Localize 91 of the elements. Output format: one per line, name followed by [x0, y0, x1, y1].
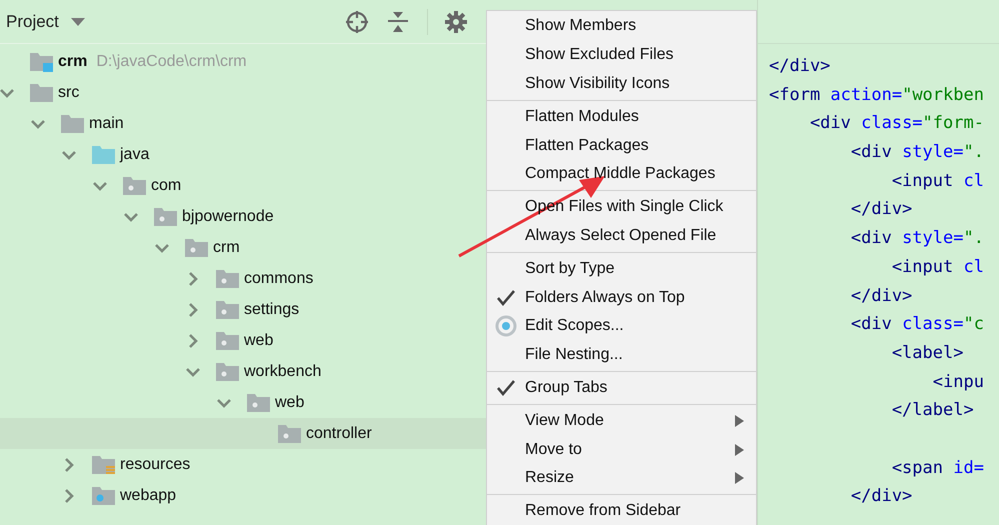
menu-item[interactable]: Sort by Type [487, 254, 756, 284]
tree-label: java [120, 146, 150, 164]
tree-row[interactable]: crm D:\javaCode\crm\crm [0, 46, 486, 77]
folder-icon [61, 114, 84, 134]
code-line: </div> [850, 198, 914, 222]
tree-label: src [58, 84, 80, 102]
tree-label: web [275, 394, 304, 412]
code-line: <span id= [890, 456, 985, 480]
code-line: <form action="workben [769, 84, 985, 107]
tree-row[interactable]: bjpowernode [0, 201, 486, 232]
settings-icon[interactable] [445, 10, 467, 32]
tree-label: workbench [244, 362, 322, 380]
code-line: </div> [769, 55, 832, 78]
menu-item[interactable]: Edit Scopes... [487, 312, 756, 341]
tree-label: controller [306, 424, 372, 442]
menu-item[interactable]: Move to [487, 435, 756, 464]
tree-label: bjpowernode [182, 208, 274, 226]
tree-row[interactable]: src [0, 77, 486, 108]
folder-icon [216, 330, 239, 350]
chevron-right-icon[interactable] [62, 458, 76, 472]
tree-row[interactable]: main [0, 108, 486, 139]
menu-item[interactable]: Resize [487, 464, 756, 493]
tree-row[interactable]: workbench [0, 356, 486, 387]
tree-row[interactable]: webapp [0, 480, 486, 511]
folder-icon [30, 82, 53, 102]
tree-label: settings [244, 300, 300, 318]
tree-row[interactable]: web [0, 387, 486, 418]
menu-item[interactable]: Group Tabs [487, 374, 756, 402]
code-line: <inpu [932, 370, 985, 394]
code-line: <div class="form- [808, 112, 985, 136]
code-line: <label> [890, 342, 964, 365]
tree-row[interactable]: controller [0, 418, 486, 449]
menu-item[interactable]: Remove from Sidebar [487, 496, 756, 525]
folder-icon [185, 238, 208, 258]
tree-label: com [151, 176, 182, 194]
tree-row[interactable]: settings [0, 294, 486, 325]
menu-item[interactable]: Show Visibility Icons [487, 70, 756, 98]
tree-label: commons [244, 270, 314, 288]
scope-icon [495, 315, 517, 338]
tree-row[interactable]: com [0, 170, 486, 201]
path-hint: D:\javaCode\crm\crm [96, 52, 247, 70]
menu-item[interactable]: Flatten Modules [487, 102, 756, 132]
code-line: <input cl [890, 170, 985, 193]
submenu-arrow-icon [735, 414, 744, 427]
target-icon[interactable] [345, 10, 369, 34]
code-line: </div> [850, 284, 914, 308]
menu-item[interactable]: Flatten Packages [487, 131, 756, 160]
chevron-right-icon[interactable] [186, 334, 200, 348]
code-line: </div> [850, 485, 914, 508]
code-line: <input cl [890, 256, 985, 279]
tree-row[interactable]: resources [0, 449, 486, 480]
menu-item[interactable]: Show Excluded Files [487, 40, 756, 70]
folder-icon [92, 486, 115, 506]
dropdown-caret-icon[interactable] [70, 18, 85, 26]
code-line: </label> [890, 399, 975, 422]
tree-label: web [244, 332, 274, 350]
collapse-all-icon[interactable] [388, 10, 408, 32]
tree-label: resources [120, 456, 190, 474]
menu-item[interactable]: View Mode [487, 406, 756, 436]
menu-item[interactable]: File Nesting... [487, 340, 756, 370]
tree-row[interactable]: crm [0, 232, 486, 263]
folder-icon [247, 392, 270, 412]
chevron-right-icon[interactable] [186, 272, 200, 286]
folder-icon [92, 454, 115, 474]
tree-label: crm [213, 238, 240, 256]
menu-item[interactable]: Compact Middle Packages [487, 160, 756, 189]
folder-icon [216, 300, 239, 320]
code-line: <div class="c [850, 313, 985, 336]
submenu-arrow-icon [735, 444, 744, 456]
chevron-right-icon[interactable] [186, 302, 200, 316]
folder-icon [154, 206, 177, 226]
folder-icon [216, 268, 239, 288]
menu-item[interactable]: Folders Always on Top [487, 283, 756, 312]
tree-row[interactable]: web [0, 325, 486, 356]
folder-icon [30, 52, 53, 72]
folder-icon [123, 176, 146, 196]
menu-item[interactable]: Always Select Opened File [487, 222, 756, 250]
tree-row[interactable]: java [0, 139, 486, 170]
tree-label: webapp [120, 486, 176, 504]
chevron-right-icon[interactable] [62, 488, 76, 502]
folder-icon [216, 362, 239, 382]
folder-icon [278, 424, 301, 444]
submenu-arrow-icon [735, 472, 744, 484]
tree-label: crm [58, 52, 88, 70]
code-line: <div style=". [850, 227, 985, 250]
menu-item[interactable]: Show Members [487, 12, 756, 41]
tree-row[interactable]: commons [0, 263, 486, 294]
tree-label: main [89, 114, 124, 132]
panel-title[interactable]: Project [6, 12, 59, 32]
code-line: <div style=". [850, 141, 985, 164]
folder-icon [92, 144, 115, 164]
